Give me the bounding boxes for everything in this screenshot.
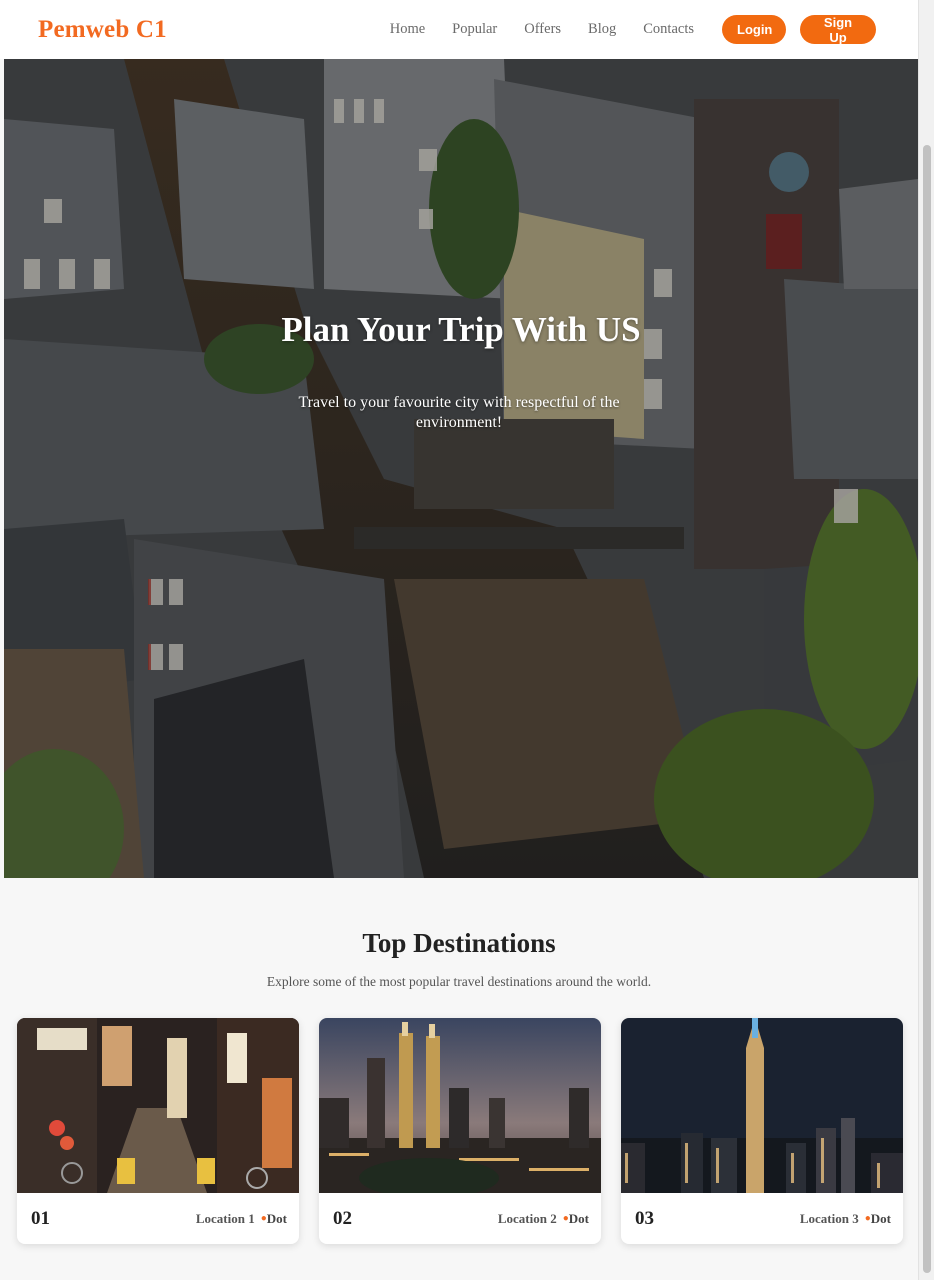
destination-card-1[interactable]: 01 Location 1 ●Dot (17, 1018, 299, 1244)
card-location: Location 3 ●Dot (800, 1211, 891, 1227)
nav-link-offers[interactable]: Offers (524, 21, 561, 38)
card-location-label: Location 3 (799, 1211, 859, 1226)
hero-section: Plan Your Trip With US Travel to your fa… (4, 59, 918, 878)
nav-link-contacts[interactable]: Contacts (643, 21, 694, 38)
nav-links: Home Popular Offers Blog Contacts (390, 21, 694, 38)
card-location: Location 1 ●Dot (196, 1211, 287, 1227)
destinations-title: Top Destinations (362, 928, 556, 958)
card-location: Location 2 ●Dot (498, 1211, 589, 1227)
card-number: 01 (31, 1208, 50, 1229)
bullet-dot-icon: ● (864, 1213, 871, 1224)
destinations-subtitle: Explore some of the most popular travel … (266, 974, 652, 989)
hero-overlay (4, 59, 918, 878)
page: Pemweb C1 Home Popular Offers Blog Conta… (0, 0, 918, 1280)
card-location-label: Location 1 (195, 1211, 255, 1226)
bullet-dot-icon: ● (562, 1213, 569, 1224)
page-scrollbar[interactable] (918, 0, 934, 1280)
destination-photo-3 (621, 1018, 903, 1193)
destination-photo-1 (17, 1018, 299, 1193)
signup-button[interactable]: Sign Up (800, 15, 876, 45)
scrollbar-thumb[interactable] (923, 145, 931, 1273)
card-dot-label: Dot (870, 1211, 891, 1226)
bullet-dot-icon: ● (260, 1213, 267, 1224)
destination-card-3[interactable]: 03 Location 3 ●Dot (621, 1018, 903, 1244)
card-location-label: Location 2 (497, 1211, 557, 1226)
card-dot-label: Dot (266, 1211, 287, 1226)
nav-link-blog[interactable]: Blog (588, 21, 616, 38)
nav-link-home[interactable]: Home (390, 21, 425, 38)
navbar: Pemweb C1 Home Popular Offers Blog Conta… (0, 0, 918, 59)
destination-card-2[interactable]: 02 Location 2 ●Dot (319, 1018, 601, 1244)
nav-link-popular[interactable]: Popular (452, 21, 497, 38)
hero-title: Plan Your Trip With US (281, 310, 641, 349)
destination-photo-2 (319, 1018, 601, 1193)
brand-logo[interactable]: Pemweb C1 (38, 16, 167, 44)
card-number: 03 (635, 1208, 654, 1229)
login-button[interactable]: Login (722, 15, 786, 44)
card-dot-label: Dot (568, 1211, 589, 1226)
hero-subtitle: Travel to your favourite city with respe… (298, 394, 620, 431)
card-number: 02 (333, 1208, 352, 1229)
